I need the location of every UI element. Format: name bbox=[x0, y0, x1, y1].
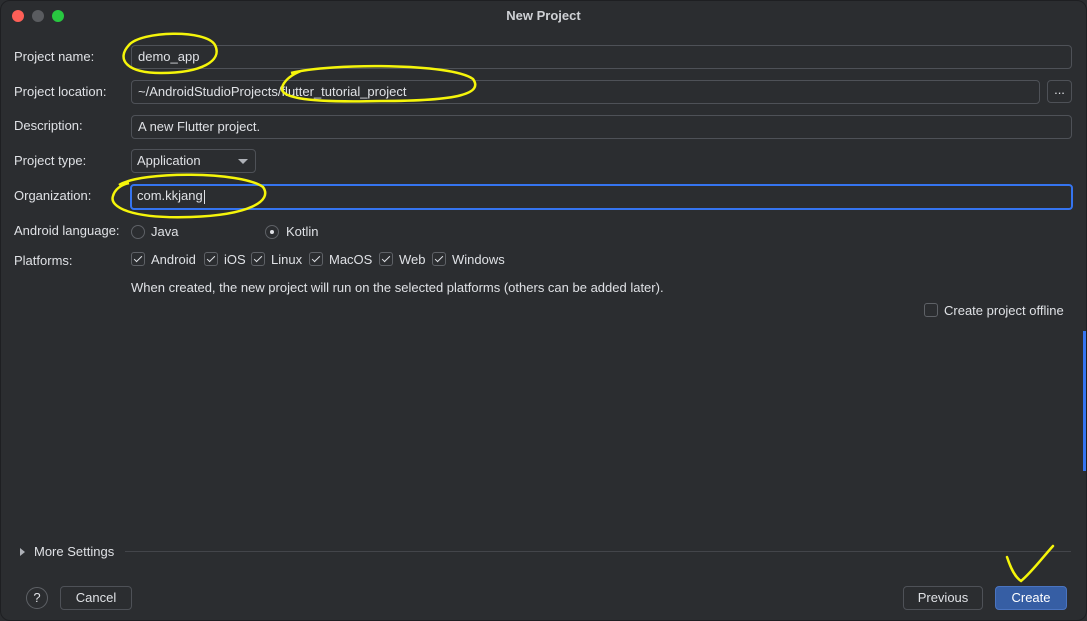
platforms-hint: When created, the new project will run o… bbox=[131, 280, 664, 295]
chevron-down-icon bbox=[238, 159, 248, 164]
more-settings-label: More Settings bbox=[34, 544, 115, 559]
create-offline-checkbox[interactable] bbox=[924, 303, 938, 317]
divider bbox=[125, 551, 1071, 552]
kotlin-radio[interactable] bbox=[265, 225, 279, 239]
description-label: Description: bbox=[14, 118, 83, 133]
web-checkbox-label: Web bbox=[399, 252, 426, 267]
windows-checkbox-label: Windows bbox=[452, 252, 505, 267]
project-name-value: demo_app bbox=[138, 49, 200, 64]
create-offline-label: Create project offline bbox=[944, 303, 1064, 318]
ios-checkbox-label: iOS bbox=[224, 252, 246, 267]
project-type-dropdown[interactable]: Application bbox=[131, 149, 256, 173]
create-button[interactable]: Create bbox=[995, 586, 1067, 610]
project-location-value: ~/AndroidStudioProjects/flutter_tutorial… bbox=[138, 84, 407, 99]
java-radio[interactable] bbox=[131, 225, 145, 239]
project-type-value: Application bbox=[137, 153, 201, 168]
project-location-field[interactable]: ~/AndroidStudioProjects/flutter_tutorial… bbox=[131, 80, 1040, 104]
macos-checkbox[interactable] bbox=[309, 252, 323, 266]
minimize-window-button[interactable] bbox=[32, 10, 44, 22]
macos-checkbox-label: MacOS bbox=[329, 252, 373, 267]
organization-label: Organization: bbox=[14, 188, 92, 203]
windows-checkbox[interactable] bbox=[432, 252, 446, 266]
organization-value: com.kkjang bbox=[137, 188, 203, 203]
window-edge-highlight bbox=[1083, 331, 1086, 471]
previous-button[interactable]: Previous bbox=[903, 586, 983, 610]
project-location-label: Project location: bbox=[14, 84, 107, 99]
chevron-right-icon bbox=[20, 548, 25, 556]
android-checkbox[interactable] bbox=[131, 252, 145, 266]
ios-checkbox[interactable] bbox=[204, 252, 218, 266]
linux-checkbox[interactable] bbox=[251, 252, 265, 266]
help-button[interactable]: ? bbox=[26, 587, 48, 609]
description-value: A new Flutter project. bbox=[138, 119, 261, 134]
project-type-label: Project type: bbox=[14, 153, 87, 168]
close-window-button[interactable] bbox=[12, 10, 24, 22]
linux-checkbox-label: Linux bbox=[271, 252, 303, 267]
cancel-button[interactable]: Cancel bbox=[60, 586, 132, 610]
project-name-label: Project name: bbox=[14, 49, 95, 64]
new-project-dialog: New Project Project name: demo_app Proje… bbox=[0, 0, 1087, 621]
browse-location-button[interactable]: ... bbox=[1047, 80, 1072, 103]
project-name-field[interactable]: demo_app bbox=[131, 45, 1072, 69]
window-title: New Project bbox=[506, 8, 581, 23]
organization-field[interactable]: com.kkjang bbox=[130, 184, 1073, 210]
text-caret bbox=[203, 189, 205, 204]
maximize-window-button[interactable] bbox=[52, 10, 64, 22]
web-checkbox[interactable] bbox=[379, 252, 393, 266]
platforms-label: Platforms: bbox=[14, 253, 73, 268]
android-checkbox-label: Android bbox=[151, 252, 196, 267]
java-radio-label: Java bbox=[151, 224, 179, 239]
kotlin-radio-label: Kotlin bbox=[286, 224, 319, 239]
description-field[interactable]: A new Flutter project. bbox=[131, 115, 1072, 139]
android-language-label: Android language: bbox=[14, 223, 120, 238]
